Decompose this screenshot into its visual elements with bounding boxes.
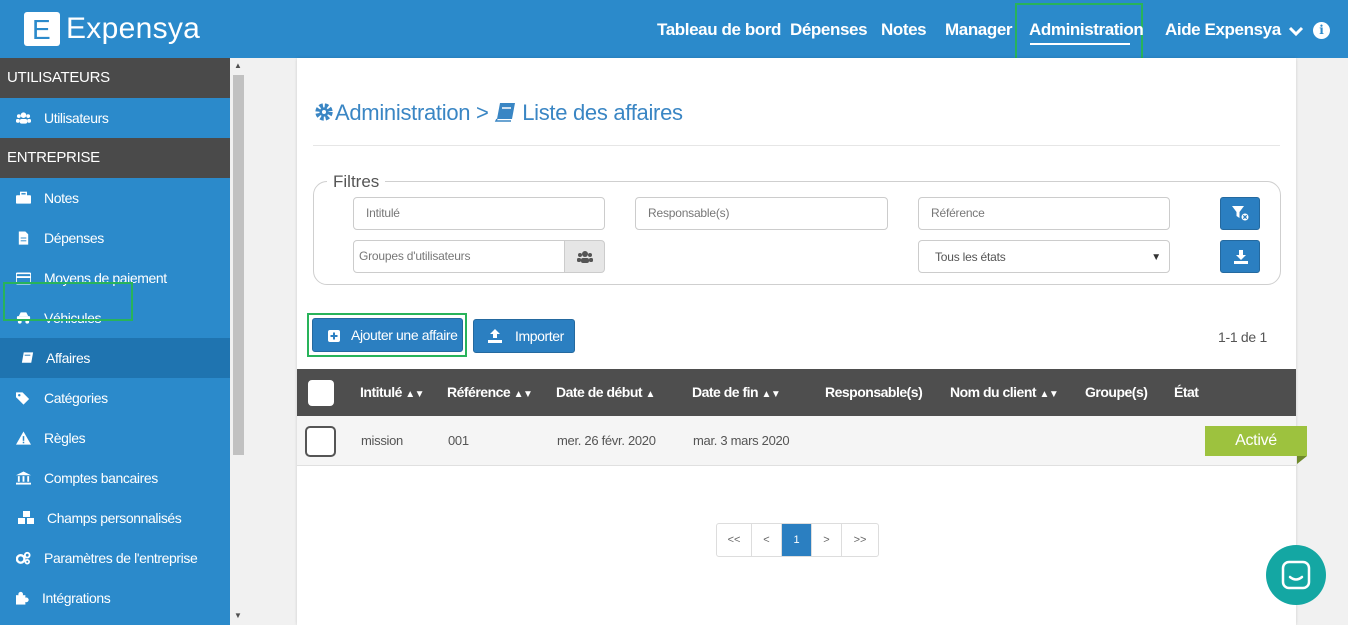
breadcrumb-root[interactable]: Administration [335, 100, 471, 125]
nav-notes[interactable]: Notes [881, 20, 927, 40]
expensya-logo[interactable]: E Expensya [24, 12, 200, 46]
sidebar-section-users: UTILISATEURS [0, 58, 230, 98]
sort-asc-icon: ▲ [645, 389, 655, 400]
sidebar-item-integrations[interactable]: Intégrations [0, 578, 230, 618]
warning-icon [16, 431, 31, 445]
groups-picker-button[interactable] [564, 240, 605, 273]
status-badge: Activé [1205, 426, 1307, 456]
tags-icon [16, 392, 30, 405]
scroll-up-arrow-icon[interactable]: ▲ [234, 61, 242, 70]
scroll-down-arrow-icon[interactable]: ▼ [234, 611, 242, 620]
plus-square-icon [328, 330, 340, 342]
sort-icon: ▲▼ [405, 389, 425, 400]
filters-legend: Filtres [327, 172, 386, 192]
pagination-next[interactable]: > [812, 524, 842, 556]
puzzle-icon [16, 591, 29, 605]
nav-aide-expensya[interactable]: Aide Expensya [1165, 20, 1304, 40]
filter-state-select[interactable]: Tous les états ▼ [918, 240, 1170, 273]
nav-administration[interactable]: Administration [1029, 20, 1144, 40]
book-icon [21, 352, 34, 363]
title-divider [313, 145, 1280, 146]
cell-intitule: mission [361, 433, 403, 448]
sort-icon: ▲▼ [761, 389, 781, 400]
column-date-debut[interactable]: Date de début ▲ [556, 384, 655, 400]
sidebar-section-company: ENTREPRISE [0, 138, 230, 178]
cell-reference: 001 [448, 433, 469, 448]
sidebar-item-depenses[interactable]: Dépenses [0, 218, 230, 258]
file-icon [18, 231, 29, 245]
sidebar-affaires-highlight [3, 282, 133, 321]
nav-manager[interactable]: Manager [945, 20, 1013, 40]
column-reference[interactable]: Référence ▲▼ [447, 384, 533, 400]
breadcrumb-separator: > [476, 100, 489, 125]
pagination: << < 1 > >> [716, 523, 879, 557]
gear-icon [315, 103, 333, 121]
column-responsable[interactable]: Responsable(s) [825, 384, 923, 400]
pagination-prev[interactable]: < [752, 524, 782, 556]
info-icon[interactable]: i [1313, 22, 1330, 39]
export-button[interactable] [1220, 240, 1260, 273]
result-count: 1-1 de 1 [1218, 329, 1267, 345]
download-icon [1234, 250, 1248, 264]
sort-icon: ▲▼ [1039, 389, 1059, 400]
column-date-fin[interactable]: Date de fin ▲▼ [692, 384, 781, 400]
users-icon [577, 251, 593, 263]
sidebar-item-champs-personnalises[interactable]: Champs personnalisés [0, 498, 230, 538]
row-checkbox[interactable] [305, 426, 336, 457]
nav-depenses[interactable]: Dépenses [790, 20, 868, 40]
sort-icon: ▲▼ [513, 389, 533, 400]
cell-date-fin: mar. 3 mars 2020 [693, 433, 790, 448]
column-groupes[interactable]: Groupe(s) [1085, 384, 1148, 400]
select-all-checkbox[interactable] [308, 380, 334, 406]
sidebar-item-categories[interactable]: Catégories [0, 378, 230, 418]
breadcrumb-current: Liste des affaires [522, 100, 683, 125]
sidebar-item-regles[interactable]: Règles [0, 418, 230, 458]
column-etat[interactable]: État [1174, 384, 1199, 400]
nav-active-underline [1030, 43, 1130, 45]
users-icon [16, 112, 31, 124]
status-badge-tail [1297, 456, 1307, 464]
clear-filters-button[interactable] [1220, 197, 1260, 230]
chevron-down-icon [1289, 26, 1304, 36]
import-button[interactable]: Importer [473, 319, 575, 353]
book-icon [495, 103, 516, 122]
logo-mark: E [24, 12, 60, 46]
filter-reference-input[interactable]: Référence [918, 197, 1170, 230]
logo-text: Expensya [66, 12, 201, 45]
filter-groups-input[interactable]: Groupes d'utilisateurs [353, 240, 565, 273]
nav-tableau-de-bord[interactable]: Tableau de bord [657, 20, 781, 40]
sidebar-item-notes[interactable]: Notes [0, 178, 230, 218]
sidebar-scroll-thumb[interactable] [233, 75, 244, 455]
chat-launcher-button[interactable] [1266, 545, 1326, 605]
pagination-page-1[interactable]: 1 [782, 524, 812, 556]
bank-icon [16, 471, 31, 485]
briefcase-icon [16, 191, 31, 204]
column-nom-client[interactable]: Nom du client ▲▼ [950, 384, 1059, 400]
pagination-first[interactable]: << [717, 524, 752, 556]
column-intitule[interactable]: Intitulé ▲▼ [360, 384, 425, 400]
filter-intitule-input[interactable]: Intitulé [353, 197, 605, 230]
cell-date-debut: mer. 26 févr. 2020 [557, 433, 656, 448]
sidebar-item-utilisateurs[interactable]: Utilisateurs [0, 98, 230, 138]
filter-responsable-input[interactable]: Responsable(s) [635, 197, 888, 230]
select-caret-icon: ▼ [1151, 252, 1161, 263]
filter-remove-icon [1232, 206, 1249, 221]
sidebar-item-parametres-entreprise[interactable]: Paramètres de l'entreprise [0, 538, 230, 578]
pagination-last[interactable]: >> [842, 524, 878, 556]
page-title: Administration > Liste des affaires [313, 100, 683, 126]
table-row[interactable] [297, 416, 1296, 466]
cubes-icon [18, 511, 34, 524]
chat-icon [1281, 560, 1311, 590]
cogs-icon [16, 551, 31, 565]
sidebar-item-affaires[interactable]: Affaires [0, 338, 230, 378]
sidebar-item-comptes-bancaires[interactable]: Comptes bancaires [0, 458, 230, 498]
add-affaire-button[interactable]: Ajouter une affaire [312, 318, 463, 352]
upload-icon [488, 329, 502, 343]
